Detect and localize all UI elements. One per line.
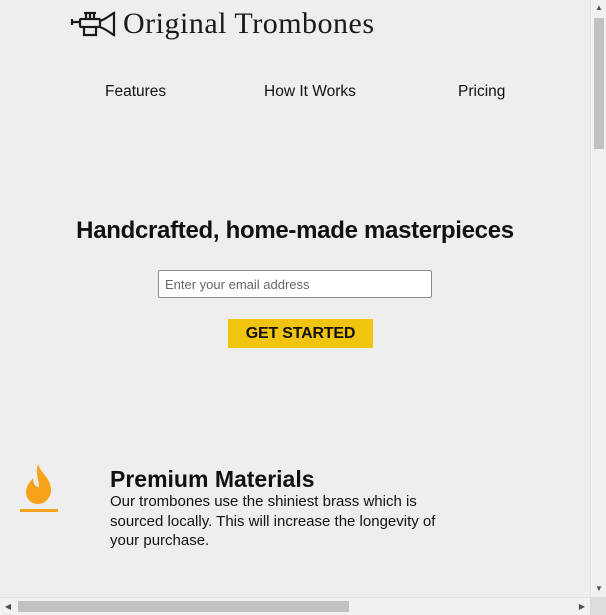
vertical-scrollbar-thumb[interactable] <box>594 18 604 149</box>
scroll-down-arrow-icon[interactable]: ▼ <box>591 581 606 597</box>
scrollbar-corner <box>590 597 606 615</box>
email-input[interactable] <box>158 270 432 298</box>
brand-name[interactable]: Original Trombones <box>123 6 375 42</box>
horizontal-scrollbar[interactable]: ◀ ▶ <box>0 597 590 615</box>
nav-link-pricing[interactable]: Pricing <box>458 82 505 102</box>
nav-link-features[interactable]: Features <box>105 82 166 102</box>
get-started-button[interactable]: GET STARTED <box>228 319 373 348</box>
fire-icon <box>20 464 58 512</box>
scroll-right-arrow-icon[interactable]: ▶ <box>574 598 590 615</box>
feature-title: Premium Materials <box>110 466 315 492</box>
feature-description: Our trombones use the shiniest brass whi… <box>110 493 436 549</box>
vertical-scrollbar[interactable]: ▲ ▼ <box>590 0 606 597</box>
horizontal-scrollbar-thumb[interactable] <box>18 601 349 612</box>
trumpet-logo-icon <box>70 11 116 37</box>
scroll-left-arrow-icon[interactable]: ◀ <box>0 598 16 615</box>
scroll-up-arrow-icon[interactable]: ▲ <box>591 0 606 16</box>
nav-link-how-it-works[interactable]: How It Works <box>264 82 356 102</box>
hero-title: Handcrafted, home-made masterpieces <box>76 217 514 244</box>
page-viewport: Original Trombones Features How It Works… <box>0 0 590 597</box>
